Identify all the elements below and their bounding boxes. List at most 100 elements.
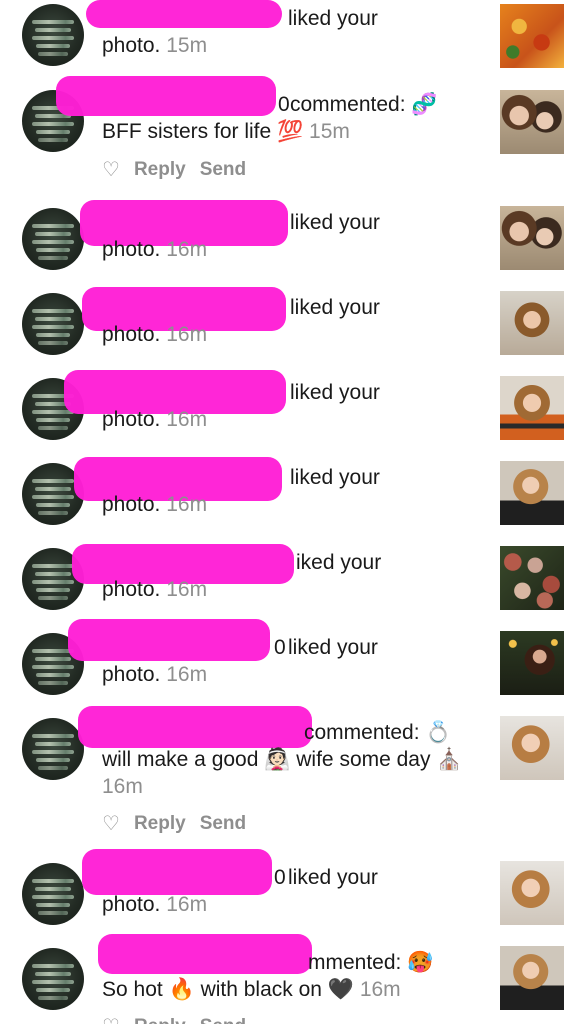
avatar[interactable] [22,863,84,925]
redacted-username [86,0,282,28]
glasses-photo-thumbnail[interactable] [500,716,564,780]
redacted-username [68,619,270,661]
notification-body: So hot 🔥 with black on 🖤 16m [102,976,484,1003]
notification-action-text: liked your [290,466,380,489]
dna-emoji-icon: 🧬 [411,92,438,116]
notification-text: photo. [102,578,161,601]
notification-body: BFF sisters for life 💯 15m [102,118,484,145]
hundred-emoji-icon: 💯 [277,119,304,143]
notification-row[interactable]: liked your photo. 16m [0,285,586,365]
notification-row[interactable]: liked your photo. 16m [0,370,586,450]
notification-body: photo. 16m [102,491,484,518]
notification-row[interactable]: 0 commented: 🧬 BFF sisters for life 💯 15… [0,76,586,194]
ring-emoji-icon: 💍 [425,720,452,744]
avatar[interactable] [22,718,84,780]
reply-button[interactable]: Reply [134,1016,186,1024]
notification-text: photo. [102,238,161,261]
notification-time: 16m [359,978,401,1001]
two-friends-photo-thumbnail[interactable] [500,206,564,270]
notification-text: photo. [102,663,161,686]
comment-actions: ♡ Reply Send [102,811,246,836]
notification-time: 16m [166,323,208,346]
notification-row[interactable]: liked your photo. 16m [0,200,586,280]
strawberries-photo-thumbnail[interactable] [500,546,564,610]
comment-actions: ♡ Reply Send [102,157,246,182]
notification-action-text: liked your [290,211,380,234]
comment-text: So hot [102,978,163,1001]
notification-row[interactable]: 0 liked your photo. 16m [0,849,586,935]
comment-text-continued: with black on [200,978,322,1001]
notification-row[interactable]: mmented: 🥵 So hot 🔥 with black on 🖤 16m … [0,934,586,1024]
notification-time: 16m [166,578,208,601]
notification-text: photo. [102,408,161,431]
notification-time: 16m [166,663,208,686]
avatar[interactable] [22,948,84,1010]
notification-action-text: commented: 🧬 [290,91,438,118]
notification-action-text: liked your [288,7,378,30]
notification-text: photo. [102,323,161,346]
notification-action-text: liked your [288,866,378,889]
notification-body: will make a good 👰🏻 wife some day ⛪ 16m [102,746,482,800]
two-friends-photo-thumbnail[interactable] [500,90,564,154]
send-button[interactable]: Send [200,159,246,181]
redacted-username [78,706,312,748]
notification-name-fragment: 0 [274,636,286,659]
notification-body: photo. 16m [102,321,484,348]
notification-row[interactable]: liked your photo. 15m [0,0,586,80]
send-button[interactable]: Send [200,1016,246,1024]
notification-time: 16m [166,493,208,516]
send-button[interactable]: Send [200,813,246,835]
heart-icon[interactable]: ♡ [102,1014,120,1024]
notification-action-text: liked your [290,381,380,404]
notification-row[interactable]: 0 liked your photo. 16m [0,619,586,705]
avatar[interactable] [22,293,84,355]
notification-action-text: liked your [290,296,380,319]
notification-body: photo. 16m [102,236,484,263]
comment-text-continued: wife some day [296,748,431,771]
notification-action-label: commented: [304,721,420,744]
notification-name-fragment: 0 [274,866,286,889]
redacted-username [82,849,272,895]
hot-face-emoji-icon: 🥵 [407,950,434,974]
notification-action-text: mmented: 🥵 [308,949,433,976]
notification-name-fragment: 0 [278,93,290,116]
activity-feed: liked your photo. 15m 0 commented: 🧬 BFF… [0,0,586,1024]
orange-shirt-photo-thumbnail[interactable] [500,376,564,440]
notification-time: 15m [309,120,350,143]
church-emoji-icon: ⛪ [436,747,463,771]
heart-icon[interactable]: ♡ [102,157,120,182]
selfie-photo-thumbnail[interactable] [500,461,564,525]
curly-hair-photo-thumbnail[interactable] [500,291,564,355]
reply-button[interactable]: Reply [134,813,186,835]
food-photo-thumbnail[interactable] [500,4,564,68]
notification-action-text: iked your [296,551,382,574]
avatar[interactable] [22,208,84,270]
reply-button[interactable]: Reply [134,159,186,181]
notification-row[interactable]: liked your photo. 16m [0,455,586,535]
notification-body: photo. 16m [102,576,484,603]
notification-time: 16m [166,893,208,916]
notification-text: photo. [102,893,161,916]
notification-row[interactable]: iked your photo. 16m [0,540,586,620]
notification-text: photo. [102,34,161,57]
black-heart-emoji-icon: 🖤 [327,977,354,1001]
glasses-photo-thumbnail[interactable] [500,861,564,925]
notification-body: photo. 16m [102,406,484,433]
heart-icon[interactable]: ♡ [102,811,120,836]
notification-body: photo. 16m [102,891,484,918]
bride-emoji-icon: 👰🏻 [264,747,291,771]
curly-hair-photo-thumbnail[interactable] [500,946,564,1010]
notification-time: 16m [102,775,143,798]
comment-text: will make a good [102,748,259,771]
avatar[interactable] [22,4,84,66]
notification-action-text: liked your [288,636,378,659]
notification-text: photo. [102,493,161,516]
fire-emoji-icon: 🔥 [168,977,195,1001]
notification-time: 15m [166,34,208,57]
notification-action-label: mmented: [308,951,402,974]
redacted-username [98,934,312,974]
night-photo-thumbnail[interactable] [500,631,564,695]
notification-row[interactable]: commented: 💍 will make a good 👰🏻 wife so… [0,706,586,840]
notification-body: photo. 15m [102,32,484,59]
notification-body: photo. 16m [102,661,484,688]
